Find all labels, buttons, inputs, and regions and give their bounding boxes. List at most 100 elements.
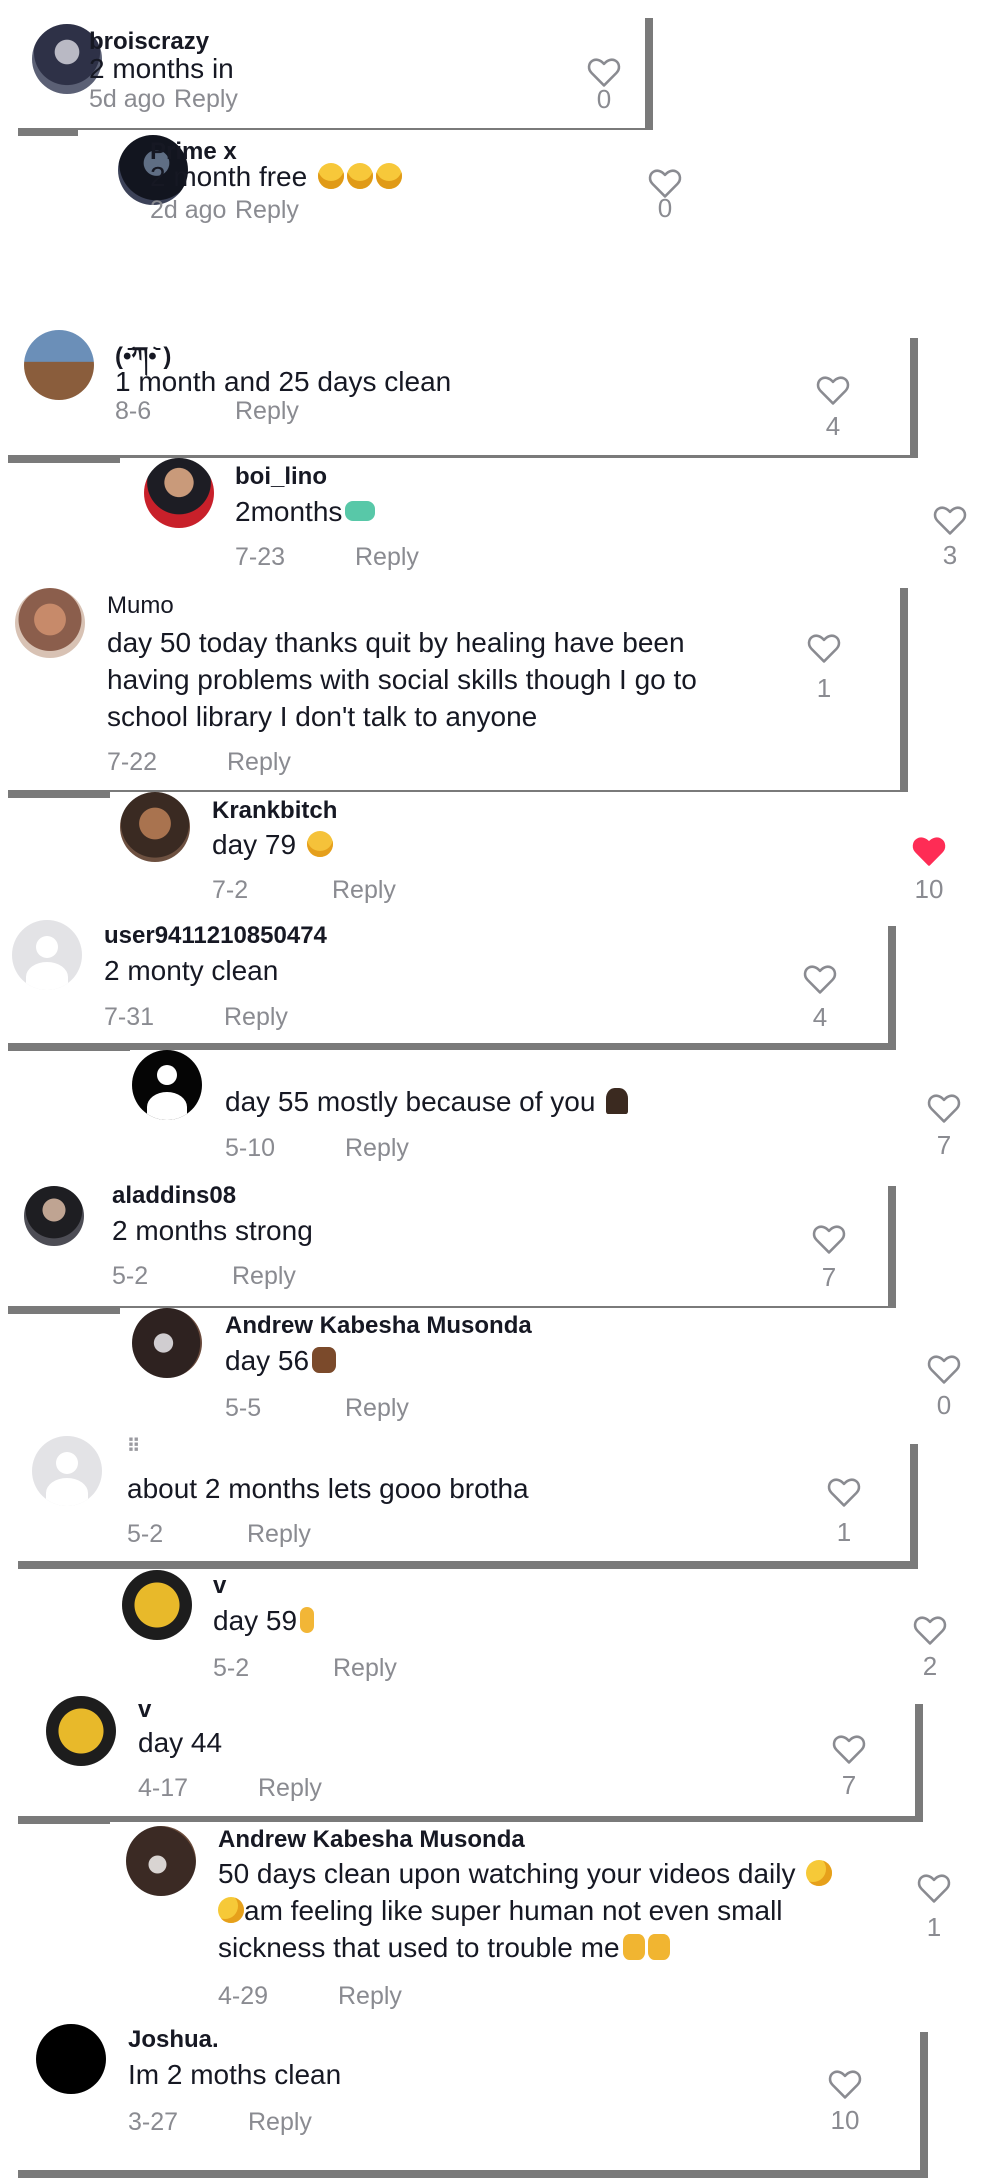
comment-text: 1 month and 25 days clean bbox=[115, 366, 452, 397]
comment-text: day 44 bbox=[138, 1727, 223, 1758]
reply-button[interactable]: Reply bbox=[248, 2108, 312, 2137]
avatar[interactable] bbox=[132, 1308, 202, 1378]
like-count: 10 bbox=[914, 874, 944, 904]
comment-date: 7-2 bbox=[212, 876, 249, 904]
avatar[interactable] bbox=[46, 1696, 116, 1766]
comment-username[interactable]: user9411210850474 bbox=[104, 922, 327, 950]
comment-card: Prime x 2 month free 2d ago Reply 0 bbox=[78, 130, 1000, 232]
comment-username[interactable]: v bbox=[138, 1696, 151, 1724]
comment-username[interactable]: aladdins08 bbox=[112, 1182, 236, 1210]
folded-hands-emoji-icon bbox=[606, 1088, 629, 1114]
comment-username[interactable]: v bbox=[213, 1572, 226, 1600]
grinning-emoji-icon bbox=[346, 163, 373, 189]
comment-text: day 59 bbox=[213, 1602, 315, 1639]
reply-button[interactable]: Reply bbox=[174, 85, 238, 114]
default-avatar-icon bbox=[36, 936, 58, 958]
comment-text: 2 month free bbox=[150, 158, 402, 195]
comment-text-content: day 79 bbox=[212, 829, 297, 860]
avatar[interactable] bbox=[126, 1826, 196, 1896]
like-count: 0 bbox=[657, 193, 673, 223]
heart-icon[interactable] bbox=[812, 1223, 846, 1255]
comment-text-content: 2 month free bbox=[150, 161, 308, 192]
comment-username[interactable]: Andrew Kabesha Musonda bbox=[225, 1312, 532, 1340]
comment-card: Andrew Kabesha Musonda day 56 5-5 Reply … bbox=[120, 1308, 1000, 1433]
comment-username[interactable]: Andrew Kabesha Musonda bbox=[218, 1826, 525, 1854]
comment-username[interactable]: Krankbitch bbox=[212, 797, 337, 825]
like-count: 4 bbox=[825, 411, 841, 441]
soap-emoji-icon bbox=[345, 501, 376, 521]
heart-icon[interactable] bbox=[832, 1733, 866, 1765]
reply-button[interactable]: Reply bbox=[247, 1520, 311, 1549]
comment-text: 2months bbox=[235, 493, 376, 530]
avatar[interactable] bbox=[24, 1186, 84, 1246]
reply-button[interactable]: Reply bbox=[227, 748, 291, 777]
reply-button[interactable]: Reply bbox=[224, 1003, 288, 1032]
comment-date: 4-17 bbox=[138, 1774, 189, 1802]
avatar[interactable] bbox=[120, 792, 190, 862]
like-count: 7 bbox=[821, 1262, 837, 1292]
heart-icon[interactable] bbox=[816, 374, 850, 406]
comment-text-line: sickness that used to trouble me bbox=[218, 1929, 670, 1966]
comment-text-content: 2months bbox=[235, 496, 343, 527]
comment-date: 3-27 bbox=[128, 2108, 179, 2136]
like-count: 2 bbox=[922, 1651, 938, 1681]
comment-date: 5-10 bbox=[225, 1134, 276, 1162]
comment-text-line: am feeling like super human not even sma… bbox=[218, 1892, 783, 1929]
reply-button[interactable]: Reply bbox=[345, 1394, 409, 1423]
comment-text-content: sickness that used to trouble me bbox=[218, 1932, 620, 1963]
comment-card: day 55 mostly because of you 5-10 Reply … bbox=[130, 1050, 1000, 1168]
avatar[interactable] bbox=[132, 1050, 202, 1120]
comment-text: day 56 bbox=[225, 1342, 337, 1379]
like-count: 0 bbox=[936, 1390, 952, 1420]
heart-icon[interactable] bbox=[803, 963, 837, 995]
comment-card: Krankbitch day 79 7-2 Reply 10 bbox=[110, 792, 1000, 912]
reply-button[interactable]: Reply bbox=[235, 196, 299, 225]
comment-date: 4-29 bbox=[218, 1982, 269, 2010]
heart-icon[interactable] bbox=[927, 1092, 961, 1124]
avatar[interactable] bbox=[122, 1570, 192, 1640]
heart-icon[interactable] bbox=[827, 1476, 861, 1508]
comment-date: 5-5 bbox=[225, 1394, 262, 1422]
comment-date: 5-2 bbox=[127, 1520, 164, 1548]
comment-date: 7-22 bbox=[107, 748, 158, 776]
heart-icon[interactable] bbox=[917, 1872, 951, 1904]
reply-button[interactable]: Reply bbox=[355, 543, 419, 572]
reply-button[interactable]: Reply bbox=[333, 1654, 397, 1683]
like-count: 1 bbox=[926, 1912, 942, 1942]
like-count: 4 bbox=[812, 1002, 828, 1032]
heart-icon-liked[interactable] bbox=[912, 835, 946, 867]
comment-text-line: day 50 today thanks quit by healing have… bbox=[107, 627, 685, 658]
comment-card: aladdins08 2 months strong 5-2 Reply 7 bbox=[0, 1178, 888, 1306]
heart-icon[interactable] bbox=[913, 1614, 947, 1646]
avatar[interactable] bbox=[144, 458, 214, 528]
heart-icon[interactable] bbox=[933, 504, 967, 536]
reply-button[interactable]: Reply bbox=[258, 1774, 322, 1803]
comment-username[interactable]: Mumo bbox=[107, 592, 174, 620]
comment-username[interactable]: boi_lino bbox=[235, 463, 327, 491]
reply-button[interactable]: Reply bbox=[338, 1982, 402, 2011]
reply-button[interactable]: Reply bbox=[345, 1134, 409, 1163]
avatar[interactable] bbox=[15, 588, 85, 658]
sneezing-face-emoji-icon bbox=[806, 1860, 833, 1886]
comment-username[interactable]: Joshua. bbox=[128, 2026, 219, 2054]
avatar[interactable] bbox=[12, 920, 82, 990]
comment-text: 2 months in bbox=[89, 53, 234, 84]
raised-fist-emoji-icon bbox=[647, 1934, 670, 1960]
reply-button[interactable]: Reply bbox=[235, 397, 299, 426]
raised-fist-emoji-icon bbox=[312, 1347, 337, 1373]
comment-card: v day 59 5-2 Reply 2 bbox=[115, 1570, 1000, 1695]
reply-button[interactable]: Reply bbox=[232, 1262, 296, 1291]
heart-icon[interactable] bbox=[807, 632, 841, 664]
reply-button[interactable]: Reply bbox=[332, 876, 396, 905]
avatar[interactable] bbox=[32, 1436, 102, 1506]
comment-username[interactable]: ⠿ bbox=[127, 1436, 140, 1457]
avatar[interactable] bbox=[36, 2024, 106, 2094]
avatar[interactable] bbox=[24, 330, 94, 400]
like-count: 0 bbox=[596, 84, 612, 114]
comment-date: 7-23 bbox=[235, 543, 286, 571]
heart-icon[interactable] bbox=[927, 1353, 961, 1385]
comment-text-line: school library I don't talk to anyone bbox=[107, 701, 538, 732]
comment-text-content: day 55 mostly because of you bbox=[225, 1086, 596, 1117]
comment-text: about 2 months lets gooo brotha bbox=[127, 1473, 529, 1504]
heart-icon[interactable] bbox=[828, 2068, 862, 2100]
